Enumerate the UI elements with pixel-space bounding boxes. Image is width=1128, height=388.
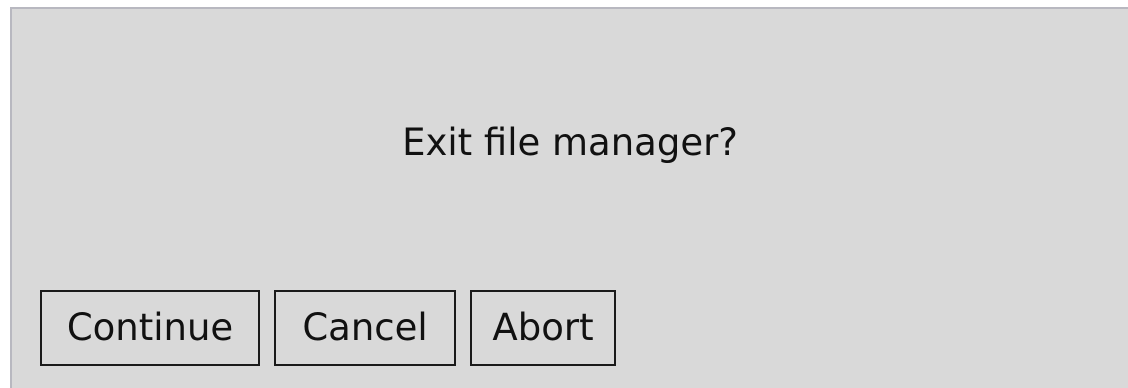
cancel-button[interactable]: Cancel	[274, 290, 456, 366]
continue-button[interactable]: Continue	[40, 290, 260, 366]
abort-button[interactable]: Abort	[470, 290, 616, 366]
exit-confirm-dialog: Exit file manager? Continue Cancel Abort	[10, 7, 1128, 388]
dialog-message: Exit file manager?	[402, 121, 738, 164]
